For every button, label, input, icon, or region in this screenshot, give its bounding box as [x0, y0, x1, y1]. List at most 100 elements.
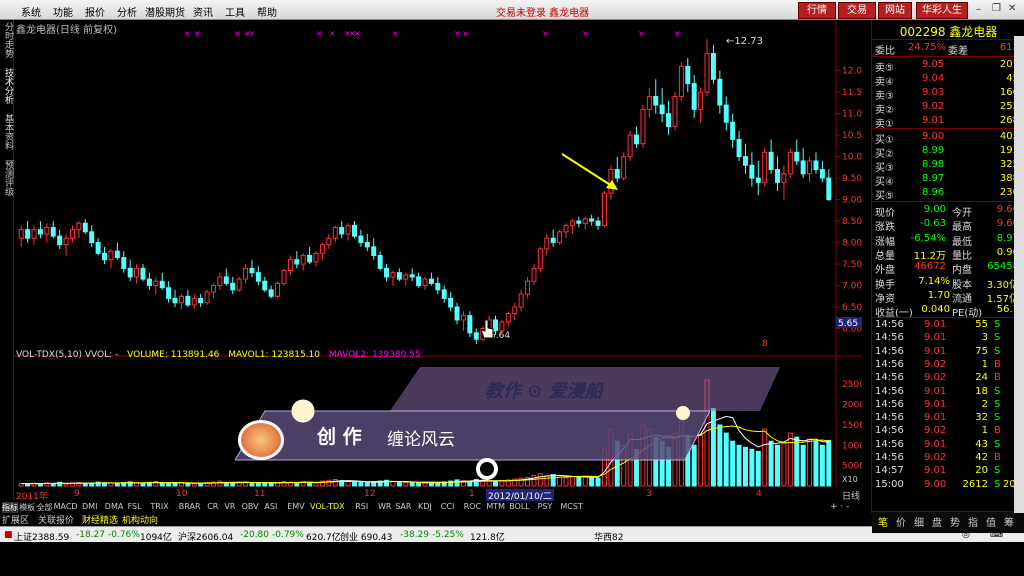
y-tick-label: 9.50 [842, 174, 862, 184]
indicator-tab[interactable]: KDJ [418, 502, 432, 511]
candle-body [102, 252, 108, 261]
indicator-tab[interactable]: CCI [441, 502, 455, 511]
minimize-icon[interactable]: – [976, 4, 981, 15]
tab-forecast[interactable]: 预测评级 [1, 160, 13, 196]
tab-technical[interactable]: 技术分析 [1, 68, 13, 104]
indicator-tab[interactable]: WR [378, 502, 391, 511]
candle-body [275, 282, 281, 297]
event-marker: × [194, 29, 201, 38]
indicator-tab[interactable]: MACD [54, 502, 78, 511]
right-tab[interactable]: 价 [896, 514, 906, 529]
indicator-tab[interactable]: 全部 [36, 502, 52, 513]
y-tick-label: 11.50 [842, 88, 862, 98]
volume-bar [544, 475, 550, 487]
volume-bar [582, 475, 588, 487]
scrollbar[interactable] [1014, 36, 1024, 513]
menu-system[interactable]: 系统 [21, 4, 41, 19]
indicator-tab[interactable]: BOLL [509, 502, 530, 511]
indicator-tab[interactable]: VOL-TDX [310, 502, 345, 511]
menu-news[interactable]: 资讯 [193, 4, 213, 19]
indicator-tab[interactable]: ASI [264, 502, 277, 511]
event-marker: × [454, 29, 461, 38]
sell-row: 卖④ 9.04 45 [872, 72, 1024, 88]
right-tab[interactable]: 细 [914, 514, 924, 529]
indicator-tab[interactable]: 指标 [2, 502, 18, 513]
tab-fundamentals[interactable]: 基本资料 [1, 114, 13, 150]
indicator-tab[interactable]: ROC [464, 502, 481, 511]
candle-body [294, 259, 300, 265]
indicator-tab[interactable]: PSY [538, 502, 553, 511]
quote-button[interactable]: 行情 [798, 2, 836, 19]
huacai-button[interactable]: 华彩人生 [916, 2, 968, 19]
candle-body [223, 276, 229, 284]
date-label: 10 [176, 489, 188, 499]
zoom-controls[interactable]: + · - [830, 502, 849, 512]
trade-button[interactable]: 交易 [838, 2, 876, 19]
candle-body [762, 151, 768, 183]
indicator-tab[interactable]: TRIX [150, 502, 168, 511]
quote-panel: 002298 鑫龙电器 委比 24.75% 委差 613 卖⑤ 9.05 201 卖④… [871, 20, 1024, 533]
nav-related-quotes[interactable]: 关联报价 [38, 513, 74, 526]
restore-icon[interactable]: ❐ [992, 3, 1001, 14]
volume-bar [569, 476, 575, 487]
tick-volume: 1 [981, 425, 988, 437]
right-tab[interactable]: 指 [968, 514, 978, 529]
close-icon[interactable]: ✕ [1008, 3, 1016, 14]
event-marker: × [354, 29, 361, 38]
menu-analysis[interactable]: 分析 [117, 4, 137, 19]
indicator-tab[interactable]: MTM [486, 502, 505, 511]
candle-body [544, 237, 550, 250]
indicator-tab[interactable]: DMI [82, 502, 97, 511]
indicator-tab[interactable]: MCST [560, 502, 582, 511]
sell-price: 9.02 [922, 101, 945, 112]
tab-intraday[interactable]: 分时走势 [1, 22, 13, 58]
indicator-tab[interactable]: EMV [287, 502, 304, 511]
volume-bar [576, 476, 582, 487]
right-tab[interactable]: 盘 [932, 514, 942, 529]
nav-finance-picks[interactable]: 财经精选 [82, 513, 118, 526]
candle-body [569, 220, 575, 226]
indicator-tab[interactable]: RSI [355, 502, 368, 511]
candle-body [627, 134, 633, 158]
stat-row: 净资 1.70 流通 1.57亿 [872, 289, 1024, 305]
indicator-tab[interactable]: 模板 [19, 502, 35, 513]
menu-quote[interactable]: 报价 [85, 4, 105, 19]
website-button[interactable]: 网站 [878, 2, 912, 19]
indicator-tab[interactable]: FSL [128, 502, 142, 511]
menu-tools[interactable]: 工具 [225, 4, 245, 19]
indicator-tab[interactable]: DMA [105, 502, 124, 511]
buy-label: 买⑤ [875, 191, 894, 202]
indicator-tab[interactable]: VR [224, 502, 235, 511]
tick-time: 14:56 [875, 452, 904, 463]
candle-body [685, 65, 691, 85]
volume-bar [230, 482, 236, 487]
indicator-tab[interactable]: OBV [242, 502, 259, 511]
volume-bar [531, 474, 537, 487]
indicator-tab[interactable]: CR [207, 502, 218, 511]
nav-extension[interactable]: 扩展区 [2, 513, 29, 526]
date-axis: 2011年 9 10 11 12 1 2012/01/10/二 3 4 日线 [14, 489, 862, 502]
tick-volume: 18 [975, 385, 988, 397]
candle-body [582, 218, 588, 224]
tick-time: 14:56 [875, 358, 904, 370]
menu-function[interactable]: 功能 [53, 4, 73, 19]
menu-futures[interactable]: 潜股期货 [145, 4, 185, 19]
indicator-tab[interactable]: SAR [395, 502, 411, 511]
right-tab[interactable]: 势 [950, 514, 960, 529]
volume-bar [37, 483, 43, 487]
right-tab[interactable]: 值 [986, 514, 996, 529]
indicator-tab[interactable]: BRAR [179, 502, 201, 511]
candle-body [653, 95, 659, 106]
candle-body [467, 315, 473, 334]
nav-institution[interactable]: 机构动向 [122, 513, 158, 526]
menu-help[interactable]: 帮助 [257, 4, 277, 19]
candle-body [794, 151, 800, 162]
candle-body [268, 289, 274, 297]
stat-value: 9.00 [923, 204, 946, 215]
volume-bar [749, 448, 755, 487]
tick-side: S [994, 385, 1001, 397]
right-tab[interactable]: 笔 [878, 514, 888, 529]
right-tab[interactable]: 筹 [1004, 514, 1014, 529]
candle-body [89, 231, 95, 244]
volume-bar [537, 473, 543, 487]
